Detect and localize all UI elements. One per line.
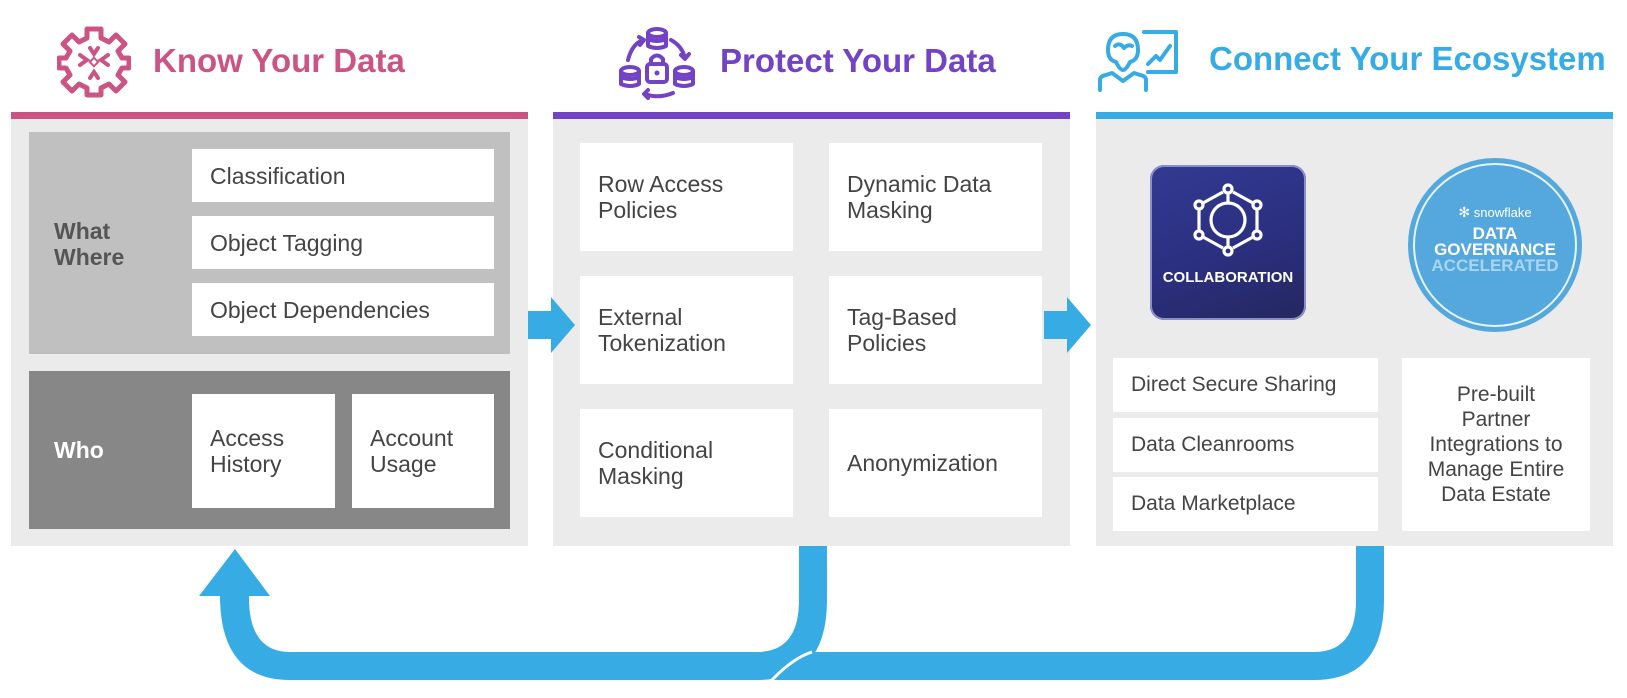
- loop-band-protect: [199, 546, 827, 680]
- loop-band-connect: [772, 546, 1384, 680]
- flow-arrows: [199, 297, 1384, 682]
- loop-arrow-protect-to-know: [218, 546, 799, 652]
- arrow-protect-to-connect: [1044, 297, 1091, 353]
- arrow-know-to-protect: [528, 297, 575, 353]
